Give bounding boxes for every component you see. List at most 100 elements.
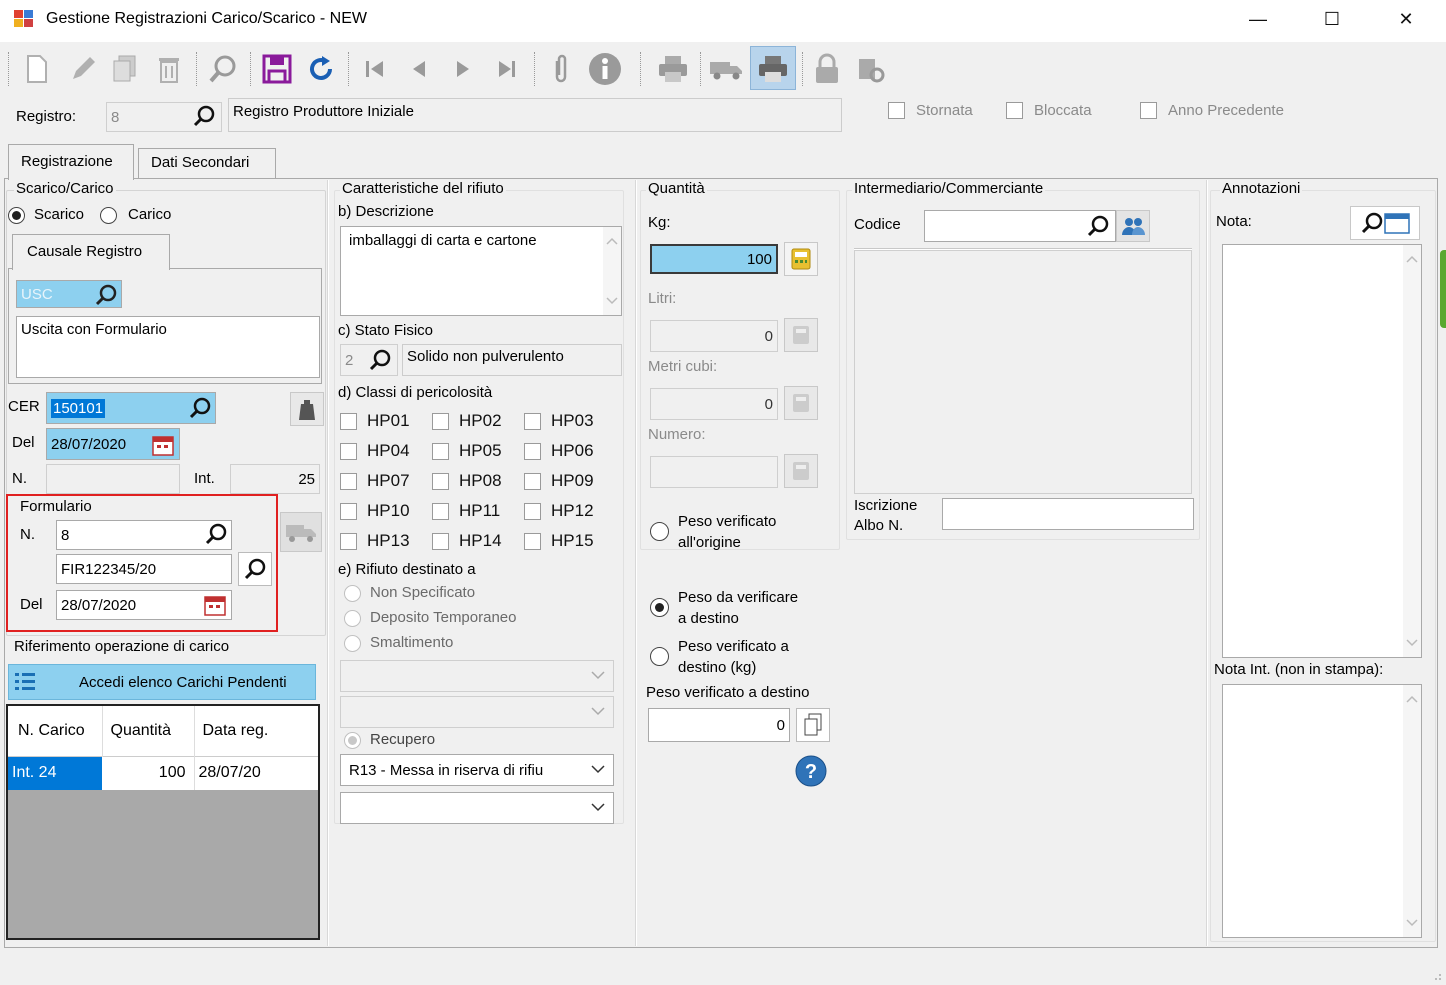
- nota-int-textarea[interactable]: [1222, 684, 1422, 938]
- formulario-calendar-icon[interactable]: [204, 594, 226, 620]
- maximize-button[interactable]: ☐: [1306, 4, 1358, 36]
- close-button[interactable]: ✕: [1380, 4, 1432, 36]
- grid-header-quantita[interactable]: Quantità: [102, 706, 195, 756]
- carichi-pendenti-button[interactable]: Accedi elenco Carichi Pendenti: [8, 664, 316, 700]
- numero-field[interactable]: [650, 456, 778, 488]
- hp-checkbox[interactable]: [524, 442, 541, 460]
- n-field[interactable]: [46, 464, 180, 494]
- hp-checkbox[interactable]: [340, 472, 357, 490]
- litri-field[interactable]: 0: [650, 320, 778, 352]
- peso-verificato-radio[interactable]: [650, 647, 669, 666]
- hp-checkbox[interactable]: [340, 532, 357, 550]
- grid-cell-data-reg[interactable]: 28/07/20: [194, 756, 318, 790]
- recupero-radio[interactable]: [344, 732, 361, 749]
- nota-textarea[interactable]: [1222, 244, 1422, 658]
- grid-header-n-carico[interactable]: N. Carico: [8, 706, 103, 756]
- hp-checkbox[interactable]: [432, 412, 449, 430]
- grid-cell-quantita[interactable]: 100: [102, 756, 195, 790]
- anno-precedente-checkbox[interactable]: [1140, 102, 1157, 119]
- hp-checkbox[interactable]: [524, 412, 541, 430]
- calendar-icon[interactable]: [1384, 211, 1410, 235]
- help-icon[interactable]: ?: [794, 754, 828, 792]
- info-icon[interactable]: [588, 50, 622, 88]
- grid-cell-n-carico[interactable]: Int. 24: [8, 756, 102, 790]
- smaltimento-select-2[interactable]: [340, 696, 614, 728]
- fir-search-button[interactable]: [238, 552, 272, 586]
- nota-scrollbar[interactable]: [1403, 245, 1421, 657]
- tab-dati-secondari[interactable]: Dati Secondari: [138, 148, 276, 178]
- table-row[interactable]: Int. 24 100 28/07/20: [8, 756, 318, 790]
- hp-checkbox[interactable]: [432, 472, 449, 490]
- cer-bin-button[interactable]: [290, 392, 324, 426]
- attachment-icon[interactable]: [544, 50, 578, 88]
- tab-causale-registro[interactable]: Causale Registro: [12, 234, 170, 270]
- hp-checkbox[interactable]: [340, 442, 357, 460]
- first-record-icon[interactable]: [358, 50, 392, 88]
- smaltimento-radio[interactable]: [344, 635, 361, 652]
- peso-origine-radio[interactable]: [650, 522, 669, 541]
- codice-users-button[interactable]: [1116, 210, 1150, 242]
- kg-field[interactable]: 100: [650, 244, 778, 274]
- codice-search-icon[interactable]: [1086, 214, 1110, 242]
- print-icon[interactable]: [656, 50, 690, 88]
- previous-record-icon[interactable]: [402, 50, 436, 88]
- carico-radio[interactable]: [100, 207, 117, 224]
- copy-icon[interactable]: [108, 50, 142, 88]
- delete-icon[interactable]: [152, 50, 186, 88]
- registro-search-icon[interactable]: [192, 104, 216, 132]
- cer-search-icon[interactable]: [188, 396, 212, 424]
- nota-int-scrollbar[interactable]: [1403, 685, 1421, 937]
- iscrizione-field[interactable]: [942, 498, 1194, 530]
- descrizione-textarea[interactable]: imballaggi di carta e cartone: [340, 226, 622, 316]
- stato-search-icon[interactable]: [368, 348, 392, 376]
- truck-icon[interactable]: [708, 50, 742, 88]
- numero-calculator-button[interactable]: [784, 454, 818, 488]
- tab-registrazione[interactable]: Registrazione: [8, 144, 134, 180]
- formulario-search-icon[interactable]: [204, 522, 228, 550]
- stornata-checkbox[interactable]: [888, 102, 905, 119]
- litri-calculator-button[interactable]: [784, 318, 818, 352]
- peso-destino-radio[interactable]: [650, 598, 669, 617]
- hp-checkbox[interactable]: [340, 412, 357, 430]
- grid-header-data-reg[interactable]: Data reg.: [194, 706, 318, 756]
- hp-checkbox[interactable]: [340, 502, 357, 520]
- descrizione-scrollbar[interactable]: [603, 227, 621, 315]
- hp-checkbox[interactable]: [432, 442, 449, 460]
- bloccata-checkbox[interactable]: [1006, 102, 1023, 119]
- kg-calculator-button[interactable]: [784, 242, 818, 276]
- save-icon[interactable]: [260, 50, 294, 88]
- resize-grip-icon[interactable]: [1430, 968, 1442, 985]
- copy-value-button[interactable]: [796, 708, 830, 742]
- refresh-icon[interactable]: [304, 50, 338, 88]
- edit-icon[interactable]: [66, 50, 100, 88]
- minimize-button[interactable]: —: [1232, 4, 1284, 36]
- side-tab-handle[interactable]: [1440, 250, 1446, 328]
- hp-checkbox[interactable]: [524, 472, 541, 490]
- int-field[interactable]: 25: [230, 464, 320, 494]
- settings-icon[interactable]: [854, 50, 888, 88]
- hp-checkbox[interactable]: [524, 532, 541, 550]
- smaltimento-select[interactable]: [340, 660, 614, 692]
- hp-checkbox[interactable]: [432, 532, 449, 550]
- causale-search-icon[interactable]: [94, 283, 118, 311]
- search-icon[interactable]: [1360, 211, 1384, 235]
- search-icon[interactable]: [206, 50, 240, 88]
- lock-icon[interactable]: [810, 50, 844, 88]
- recupero-select-2[interactable]: [340, 792, 614, 824]
- metri-calculator-button[interactable]: [784, 386, 818, 420]
- deposito-temporaneo-radio[interactable]: [344, 610, 361, 627]
- last-record-icon[interactable]: [490, 50, 524, 88]
- print-active-icon[interactable]: [756, 50, 790, 88]
- hp-checkbox[interactable]: [524, 502, 541, 520]
- formulario-truck-button[interactable]: [280, 512, 322, 552]
- scarico-radio[interactable]: [8, 207, 25, 224]
- peso-verificato-destino-field[interactable]: 0: [648, 708, 790, 742]
- calendar-icon[interactable]: [152, 434, 174, 460]
- new-document-icon[interactable]: [20, 50, 54, 88]
- hp-checkbox[interactable]: [432, 502, 449, 520]
- metri-cubi-field[interactable]: 0: [650, 388, 778, 420]
- recupero-select[interactable]: R13 - Messa in riserva di rifiu: [340, 754, 614, 786]
- non-specificato-radio[interactable]: [344, 585, 361, 602]
- next-record-icon[interactable]: [446, 50, 480, 88]
- fir-field[interactable]: FIR122345/20: [56, 554, 232, 584]
